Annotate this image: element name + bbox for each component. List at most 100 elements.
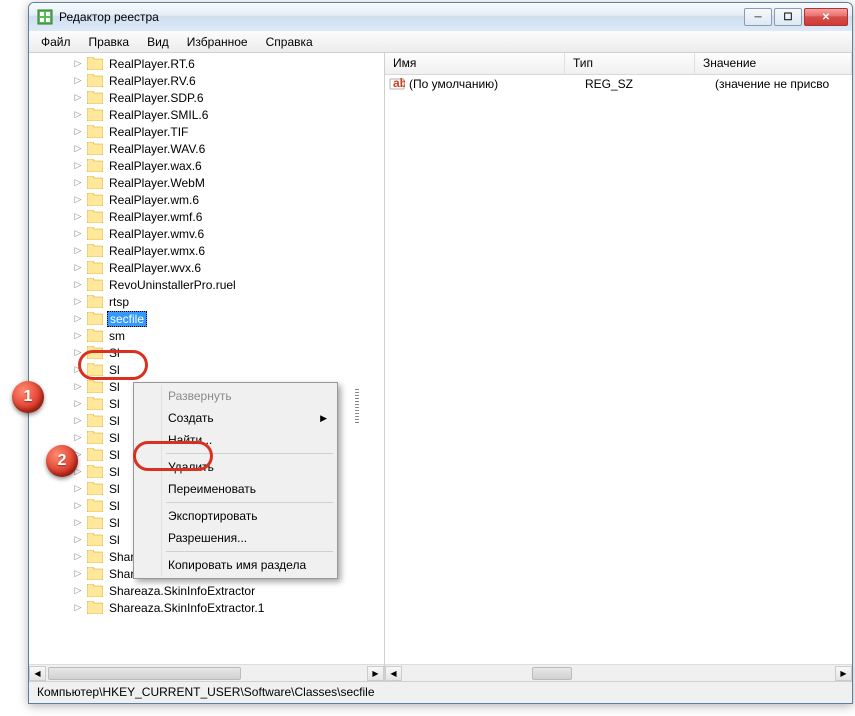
tree-item-label[interactable]: rtsp xyxy=(107,295,131,309)
expand-icon[interactable]: ▷ xyxy=(73,178,83,188)
expand-icon[interactable]: ▷ xyxy=(73,365,83,375)
tree-item[interactable]: ▷ sm xyxy=(33,327,384,344)
tree-item[interactable]: ▷ RevoUninstallerPro.ruel xyxy=(33,276,384,293)
value-row-default[interactable]: ab (По умолчанию) REG_SZ (значение не пр… xyxy=(385,75,852,93)
expand-icon[interactable]: ▷ xyxy=(73,161,83,171)
expand-icon[interactable]: ▷ xyxy=(73,263,83,273)
expand-icon[interactable]: ▷ xyxy=(73,569,83,579)
ctx-find[interactable]: Найти... xyxy=(136,429,335,451)
expand-icon[interactable]: ▷ xyxy=(73,433,83,443)
expand-icon[interactable]: ▷ xyxy=(73,144,83,154)
expand-icon[interactable]: ▷ xyxy=(73,382,83,392)
tree-item-label[interactable]: RealPlayer.SDP.6 xyxy=(107,91,206,105)
expand-icon[interactable]: ▷ xyxy=(73,484,83,494)
menu-favorites[interactable]: Избранное xyxy=(179,33,256,51)
scroll-thumb[interactable] xyxy=(532,667,572,680)
tree-item-label[interactable]: Sl xyxy=(107,482,122,496)
tree-item[interactable]: ▷ Sl xyxy=(33,361,384,378)
tree-item[interactable]: ▷RealPlayer.TIF xyxy=(33,123,384,140)
menu-help[interactable]: Справка xyxy=(258,33,321,51)
column-value[interactable]: Значение xyxy=(695,53,852,74)
expand-icon[interactable]: ▷ xyxy=(73,246,83,256)
ctx-create[interactable]: Создать▶ xyxy=(136,407,335,429)
column-name[interactable]: Имя xyxy=(385,53,565,74)
tree-item[interactable]: ▷ Shareaza.SkinInfoExtractor xyxy=(33,582,384,599)
tree-item-label[interactable]: RealPlayer.RT.6 xyxy=(107,57,197,71)
ctx-permissions[interactable]: Разрешения... xyxy=(136,527,335,549)
expand-icon[interactable]: ▷ xyxy=(73,586,83,596)
expand-icon[interactable]: ▷ xyxy=(73,76,83,86)
tree-item[interactable]: ▷ RealPlayer.wmf.6 xyxy=(33,208,384,225)
tree-item-label[interactable]: Sl xyxy=(107,363,122,377)
splitter-handle[interactable] xyxy=(354,389,360,425)
tree-item-label[interactable]: RealPlayer.wm.6 xyxy=(107,193,201,207)
menu-file[interactable]: Файл xyxy=(33,33,79,51)
tree-item[interactable]: ▷RealPlayer.wmx.6 xyxy=(33,242,384,259)
tree-item[interactable]: ▷ RealPlayer.wm.6 xyxy=(33,191,384,208)
tree-item-label[interactable]: Sl xyxy=(107,516,122,530)
tree-item[interactable]: ▷ RealPlayer.WAV.6 xyxy=(33,140,384,157)
scroll-thumb[interactable] xyxy=(48,667,241,680)
tree-item-label[interactable]: Sl xyxy=(107,499,122,513)
tree-item-label[interactable]: Sl xyxy=(107,397,122,411)
tree-item[interactable]: ▷ Shareaza.SkinInfoExtractor.1 xyxy=(33,599,384,616)
tree-item-label[interactable]: Shareaza.SkinInfoExtractor.1 xyxy=(107,601,266,615)
tree-item-label[interactable]: Sl xyxy=(107,414,122,428)
ctx-copy-key-name[interactable]: Копировать имя раздела xyxy=(136,554,335,576)
tree-item-label[interactable]: RealPlayer.wmf.6 xyxy=(107,210,204,224)
tree-item-label[interactable]: RevoUninstallerPro.ruel xyxy=(107,278,238,292)
column-type[interactable]: Тип xyxy=(565,53,695,74)
tree-item-label[interactable]: RealPlayer.WAV.6 xyxy=(107,142,207,156)
tree-item-label[interactable]: RealPlayer.WebM xyxy=(107,176,207,190)
tree-item[interactable]: ▷ rtsp xyxy=(33,293,384,310)
tree-item-label[interactable]: secfile xyxy=(107,311,147,327)
scroll-right-button[interactable]: ▶ xyxy=(835,666,852,681)
tree-item-label[interactable]: RealPlayer.SMIL.6 xyxy=(107,108,210,122)
tree-item[interactable]: ▷ RealPlayer.wvx.6 xyxy=(33,259,384,276)
expand-icon[interactable]: ▷ xyxy=(73,127,83,137)
ctx-rename[interactable]: Переименовать xyxy=(136,478,335,500)
minimize-button[interactable]: ─ xyxy=(744,8,772,26)
titlebar[interactable]: Редактор реестра ─ ☐ ✕ xyxy=(29,3,852,31)
tree-hscrollbar[interactable]: ◀ ▶ xyxy=(29,664,384,681)
tree-item-label[interactable]: RealPlayer.wmv.6 xyxy=(107,227,206,241)
tree-item[interactable]: ▷ RealPlayer.WebM xyxy=(33,174,384,191)
expand-icon[interactable]: ▷ xyxy=(73,331,83,341)
tree-item-label[interactable]: Sl xyxy=(107,431,122,445)
tree-item-label[interactable]: sm xyxy=(107,329,127,343)
menu-view[interactable]: Вид xyxy=(139,33,177,51)
expand-icon[interactable]: ▷ xyxy=(73,195,83,205)
tree-item[interactable]: ▷ Sl xyxy=(33,344,384,361)
ctx-delete[interactable]: Удалить xyxy=(136,456,335,478)
tree-item[interactable]: ▷ secfile xyxy=(33,310,384,327)
scroll-right-button[interactable]: ▶ xyxy=(367,666,384,681)
expand-icon[interactable]: ▷ xyxy=(73,603,83,613)
values-hscrollbar[interactable]: ◀ ▶ xyxy=(385,664,852,681)
tree-item[interactable]: ▷RealPlayer.SMIL.6 xyxy=(33,106,384,123)
ctx-export[interactable]: Экспортировать xyxy=(136,505,335,527)
expand-icon[interactable]: ▷ xyxy=(73,535,83,545)
expand-icon[interactable]: ▷ xyxy=(73,399,83,409)
scroll-track[interactable] xyxy=(46,666,367,681)
expand-icon[interactable]: ▷ xyxy=(73,280,83,290)
expand-icon[interactable]: ▷ xyxy=(73,297,83,307)
expand-icon[interactable]: ▷ xyxy=(73,518,83,528)
tree-item-label[interactable]: Sl xyxy=(107,380,122,394)
expand-icon[interactable]: ▷ xyxy=(73,348,83,358)
expand-icon[interactable]: ▷ xyxy=(73,212,83,222)
tree-item-label[interactable]: Shareaza.SkinInfoExtractor xyxy=(107,584,257,598)
menu-edit[interactable]: Правка xyxy=(81,33,138,51)
scroll-left-button[interactable]: ◀ xyxy=(29,666,46,681)
tree-item[interactable]: ▷RealPlayer.wmv.6 xyxy=(33,225,384,242)
tree-item-label[interactable]: Sl xyxy=(107,346,122,360)
scroll-left-button[interactable]: ◀ xyxy=(385,666,402,681)
expand-icon[interactable]: ▷ xyxy=(73,552,83,562)
expand-icon[interactable]: ▷ xyxy=(73,93,83,103)
close-button[interactable]: ✕ xyxy=(804,8,848,26)
expand-icon[interactable]: ▷ xyxy=(73,314,83,324)
tree-item-label[interactable]: Sl xyxy=(107,465,122,479)
maximize-button[interactable]: ☐ xyxy=(774,8,802,26)
tree-item-label[interactable]: RealPlayer.wvx.6 xyxy=(107,261,203,275)
tree-item-label[interactable]: Sl xyxy=(107,533,122,547)
expand-icon[interactable]: ▷ xyxy=(73,59,83,69)
